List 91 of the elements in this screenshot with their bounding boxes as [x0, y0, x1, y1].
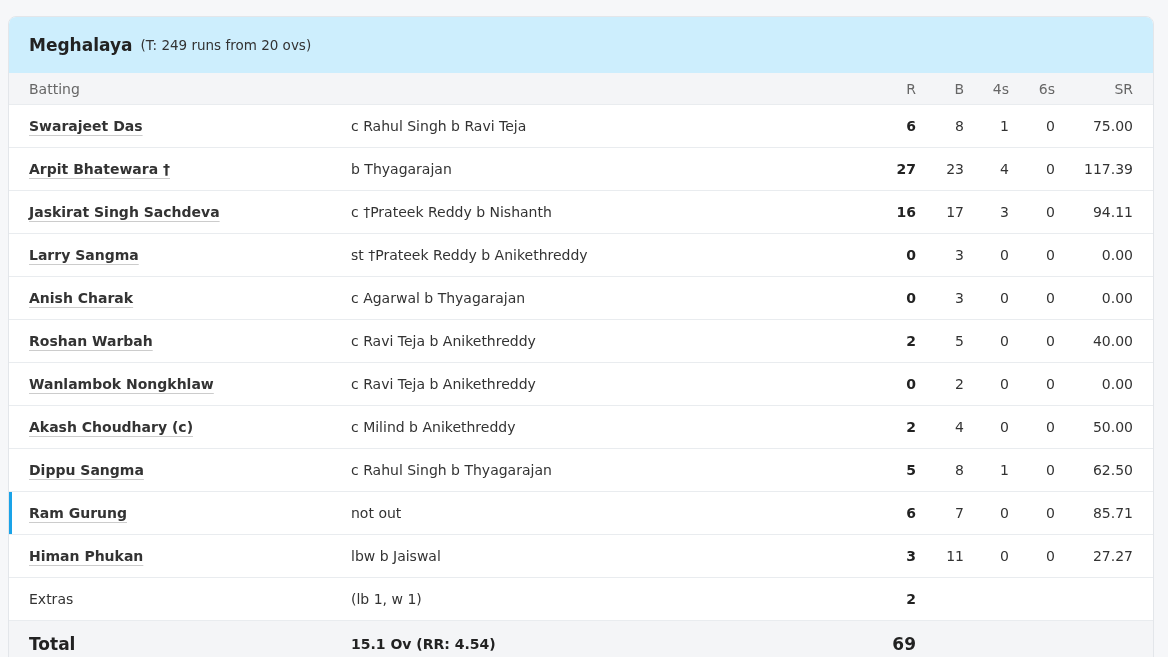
dismissal-text: c Rahul Singh b Ravi Teja — [351, 117, 528, 136]
column-header: 6s — [1037, 80, 1055, 97]
strike-rate-cell-text: 0.00 — [1100, 375, 1133, 394]
strike-rate-cell-text: 85.71 — [1091, 504, 1133, 523]
sixes-cell-text: 0 — [1045, 375, 1055, 394]
balls-cell-text: 8 — [954, 461, 964, 480]
sixes-cell-text: 0 — [1045, 418, 1055, 437]
total-label: Total — [29, 634, 77, 654]
fours-cell-text: 3 — [999, 203, 1009, 222]
strike-rate-cell-text: 117.39 — [1083, 160, 1133, 179]
column-header: Batting — [29, 80, 81, 97]
team-name: Meghalaya — [29, 35, 133, 55]
dismissal-text: b Thyagarajan — [351, 160, 453, 179]
dismissal-text: c †Prateek Reddy b Nishanth — [351, 203, 553, 222]
runs-cell-text: 6 — [905, 117, 916, 136]
batter-name-link[interactable]: Roshan Warbah — [29, 333, 153, 349]
runs-cell-text: 5 — [905, 461, 916, 480]
runs-cell-text: 0 — [905, 289, 916, 308]
fours-cell-text: 4 — [999, 160, 1009, 179]
runs-cell-text: 2 — [905, 418, 916, 437]
balls-cell-text: 17 — [945, 203, 964, 222]
fours-cell-text: 0 — [999, 504, 1009, 523]
fours-cell-text: 0 — [999, 418, 1009, 437]
dismissal-text: not out — [351, 504, 403, 523]
batter-name-link[interactable]: Swarajeet Das — [29, 118, 143, 134]
strike-rate-cell-text: 0.00 — [1100, 289, 1133, 308]
dismissal-text: lbw b Jaiswal — [351, 547, 442, 566]
runs-cell-text: 0 — [905, 246, 916, 265]
extras-label: Extras — [29, 590, 75, 609]
runs-cell-text: 16 — [895, 203, 916, 222]
total-overs: 15.1 Ov (RR: 4.54) — [351, 636, 497, 652]
balls-cell-text: 8 — [954, 117, 964, 136]
strike-rate-cell-text: 94.11 — [1091, 203, 1133, 222]
dismissal-text: c Agarwal b Thyagarajan — [351, 289, 527, 308]
sixes-cell-text: 0 — [1045, 289, 1055, 308]
fours-cell-text: 1 — [999, 461, 1009, 480]
column-header: R — [905, 80, 916, 97]
dismissal-text: c Rahul Singh b Thyagarajan — [351, 461, 553, 480]
sixes-cell-text: 0 — [1045, 461, 1055, 480]
balls-cell-text: 3 — [954, 246, 964, 265]
sixes-cell-text: 0 — [1045, 203, 1055, 222]
sixes-cell-text: 0 — [1045, 547, 1055, 566]
batter-name-link[interactable]: Larry Sangma — [29, 247, 139, 263]
sixes-cell-text: 0 — [1045, 160, 1055, 179]
batter-name-link[interactable]: Anish Charak — [29, 290, 134, 306]
balls-cell-text: 4 — [954, 418, 964, 437]
runs-cell-text: 2 — [905, 332, 916, 351]
fours-cell-text: 0 — [999, 289, 1009, 308]
dismissal-text: c Ravi Teja b Anikethreddy — [351, 375, 537, 394]
dismissal-text: c Ravi Teja b Anikethreddy — [351, 332, 537, 351]
balls-cell-text: 2 — [954, 375, 964, 394]
fours-cell-text: 1 — [999, 117, 1009, 136]
batter-name-link[interactable]: Wanlambok Nongkhlaw — [29, 376, 214, 392]
fours-cell-text: 0 — [999, 246, 1009, 265]
batter-name-link[interactable]: Akash Choudhary (c) — [29, 419, 194, 435]
fours-cell-text: 0 — [999, 547, 1009, 566]
total-runs: 69 — [891, 634, 916, 654]
extras-detail: (lb 1, w 1) — [351, 590, 423, 609]
strike-rate-cell-text: 0.00 — [1100, 246, 1133, 265]
sixes-cell-text: 0 — [1045, 117, 1055, 136]
strike-rate-cell-text: 50.00 — [1091, 418, 1133, 437]
column-header: B — [953, 80, 964, 97]
sixes-cell-text: 0 — [1045, 246, 1055, 265]
batter-name-link[interactable]: Ram Gurung — [29, 505, 127, 521]
balls-cell-text: 7 — [954, 504, 964, 523]
strike-rate-cell-text: 40.00 — [1091, 332, 1133, 351]
batter-name-link[interactable]: Arpit Bhatewara † — [29, 161, 170, 177]
sixes-cell-text: 0 — [1045, 332, 1055, 351]
target-text: (T: 249 runs from 20 ovs) — [140, 37, 312, 53]
fours-cell-text: 0 — [999, 375, 1009, 394]
batter-name-link[interactable]: Dippu Sangma — [29, 462, 144, 478]
strike-rate-cell-text: 62.50 — [1091, 461, 1133, 480]
dismissal-text: st †Prateek Reddy b Anikethreddy — [351, 246, 589, 265]
extras-runs: 2 — [905, 590, 916, 609]
batter-name-link[interactable]: Jaskirat Singh Sachdeva — [29, 204, 220, 220]
column-header: 4s — [991, 80, 1009, 97]
balls-cell-text: 11 — [945, 547, 964, 566]
runs-cell-text: 27 — [895, 160, 916, 179]
fours-cell-text: 0 — [999, 332, 1009, 351]
strike-rate-cell-text: 75.00 — [1091, 117, 1133, 136]
strike-rate-cell-text: 27.27 — [1091, 547, 1133, 566]
dismissal-text: c Milind b Anikethreddy — [351, 418, 517, 437]
balls-cell-text: 23 — [945, 160, 964, 179]
sixes-cell-text: 0 — [1045, 504, 1055, 523]
batter-name-link[interactable]: Himan Phukan — [29, 548, 144, 564]
column-header: SR — [1113, 80, 1133, 97]
runs-cell-text: 0 — [905, 375, 916, 394]
runs-cell-text: 6 — [905, 504, 916, 523]
runs-cell-text: 3 — [905, 547, 916, 566]
balls-cell-text: 3 — [954, 289, 964, 308]
balls-cell-text: 5 — [954, 332, 964, 351]
